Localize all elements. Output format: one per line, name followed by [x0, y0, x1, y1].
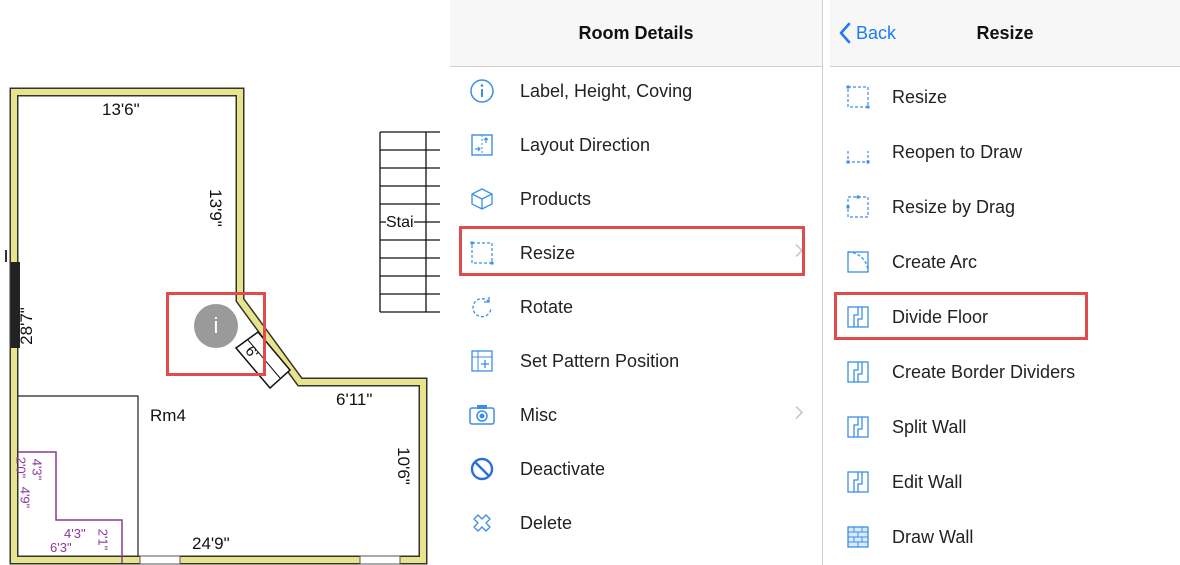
menu-item-products[interactable]: Products [450, 172, 822, 226]
submenu-item-label: Resize by Drag [892, 196, 1016, 217]
menu-item-label: Misc [520, 404, 557, 425]
menu-item-delete[interactable]: Delete [450, 496, 822, 550]
layout-direction-icon [468, 131, 496, 159]
info-button-label: i [213, 313, 219, 338]
small-dim-4: 4'3" [64, 526, 86, 541]
dim-left: 28'7" [16, 307, 36, 345]
dim-upper-right: 13'9" [205, 189, 225, 227]
arc-icon [844, 248, 872, 276]
submenu-item-split-wall[interactable]: Split Wall [830, 400, 1180, 454]
resize-submenu: Back Resize Resize Reopen to Draw Resize… [830, 0, 1180, 565]
chevron-right-icon [794, 243, 804, 264]
info-icon [468, 77, 496, 105]
submenu-item-edit-wall[interactable]: Edit Wall [830, 455, 1180, 509]
menu-item-label-height-coving[interactable]: Label, Height, Coving [450, 64, 822, 118]
stairs-label: Stai [386, 214, 414, 232]
submenu-item-draw-wall[interactable]: Draw Wall [830, 510, 1180, 564]
submenu-item-reopen-to-draw[interactable]: Reopen to Draw [830, 125, 1180, 179]
floorplan-canvas[interactable]: 13'6" 13'9" 28'7" 6' 6'11" 10'6" 24'9" R… [0, 0, 440, 565]
submenu-item-resize-by-drag[interactable]: Resize by Drag [830, 180, 1180, 234]
split-wall-icon [844, 413, 872, 441]
dim-bottom: 24'9" [192, 534, 230, 553]
deactivate-icon [468, 455, 496, 483]
submenu-item-resize[interactable]: Resize [830, 70, 1180, 124]
small-dim-6: 2'1" [95, 528, 111, 551]
resize-drag-icon [844, 193, 872, 221]
delete-icon [468, 509, 496, 537]
resize-title: Resize [976, 23, 1034, 43]
dim-right: 10'6" [393, 447, 413, 485]
border-dividers-icon [844, 358, 872, 386]
menu-item-label: Layout Direction [520, 134, 651, 155]
submenu-item-create-arc[interactable]: Create Arc [830, 235, 1180, 289]
menu-item-deactivate[interactable]: Deactivate [450, 442, 822, 496]
submenu-item-label: Create Border Dividers [892, 361, 1076, 382]
submenu-item-label: Draw Wall [892, 526, 974, 547]
menu-item-set-pattern-position[interactable]: Set Pattern Position [450, 334, 822, 388]
menu-item-misc[interactable]: Misc [450, 388, 822, 442]
resize-icon [468, 239, 496, 267]
pattern-position-icon [468, 347, 496, 375]
menu-item-label: Resize [520, 242, 576, 263]
menu-item-label: Label, Height, Coving [520, 80, 693, 101]
dim-step: 6'11" [336, 390, 373, 409]
products-box-icon [468, 185, 496, 213]
dim-top: 13'6" [102, 100, 140, 119]
submenu-item-label: Resize [892, 86, 948, 107]
submenu-item-label: Reopen to Draw [892, 141, 1023, 162]
room-details-navbar: Room Details [450, 0, 822, 67]
room-details-title: Room Details [578, 23, 694, 43]
small-dim-5: 6'3" [50, 540, 72, 555]
room-details-menu: Room Details Label, Height, Coving Layou… [450, 0, 823, 565]
floorplan-drawing [5, 87, 440, 565]
menu-item-rotate[interactable]: Rotate [450, 280, 822, 334]
menu-item-label: Set Pattern Position [520, 350, 680, 371]
small-dim-3: 4'9" [17, 486, 33, 509]
camera-icon [468, 401, 496, 429]
rotate-icon [468, 293, 496, 321]
resize-navbar: Back Resize [830, 0, 1180, 67]
small-dim-2: 4'3" [29, 458, 45, 481]
small-dim-1: 2'0" [13, 456, 29, 479]
menu-item-layout-direction[interactable]: Layout Direction [450, 118, 822, 172]
chevron-right-icon [794, 405, 804, 426]
info-button[interactable]: i [194, 304, 238, 348]
edit-wall-icon [844, 468, 872, 496]
menu-item-label: Rotate [520, 296, 574, 317]
menu-item-label: Delete [520, 512, 573, 533]
submenu-item-label: Divide Floor [892, 306, 989, 327]
menu-item-resize[interactable]: Resize [450, 226, 822, 280]
submenu-item-divide-floor[interactable]: Divide Floor [830, 290, 1180, 344]
menu-item-label: Products [520, 188, 592, 209]
reopen-draw-icon [844, 138, 872, 166]
menu-item-label: Deactivate [520, 458, 606, 479]
submenu-item-create-border-dividers[interactable]: Create Border Dividers [830, 345, 1180, 399]
room-label: Rm4 [150, 406, 186, 425]
draw-wall-icon [844, 523, 872, 551]
divide-floor-icon [844, 303, 872, 331]
resize-icon [844, 83, 872, 111]
submenu-item-label: Create Arc [892, 251, 978, 272]
submenu-item-label: Edit Wall [892, 471, 963, 492]
submenu-item-label: Split Wall [892, 416, 967, 437]
